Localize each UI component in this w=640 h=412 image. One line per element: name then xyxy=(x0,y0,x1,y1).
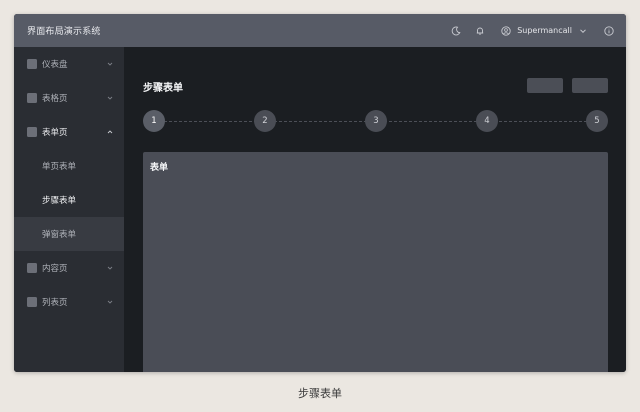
bell-icon[interactable] xyxy=(473,24,487,38)
user-menu[interactable]: Supermancall xyxy=(499,24,590,38)
sidebar-item-label: 列表页 xyxy=(42,298,68,308)
app-title: 界面布局演示系统 xyxy=(27,27,101,37)
header-button-primary[interactable] xyxy=(527,78,563,93)
chevron-down-icon xyxy=(107,62,113,66)
content-icon xyxy=(27,263,37,273)
sidebar-item-label: 仪表盘 xyxy=(42,60,68,70)
chevron-up-icon xyxy=(107,130,113,134)
sidebar-item-label: 表单页 xyxy=(42,128,68,138)
sidebar-item-label: 内容页 xyxy=(42,264,68,274)
sidebar-item-table[interactable]: 表格页 xyxy=(14,81,124,115)
step-4[interactable]: 4 xyxy=(476,110,498,132)
sidebar: 仪表盘 表格页 表单页 单页表单 步骤表单 弹窗表单 内容页 列表页 xyxy=(14,47,124,372)
table-icon xyxy=(27,93,37,103)
step-5[interactable]: 5 xyxy=(586,110,608,132)
step-indicator: 1 2 3 4 5 xyxy=(143,110,608,132)
sidebar-subitem-label: 弹窗表单 xyxy=(42,230,77,240)
info-icon[interactable] xyxy=(602,24,616,38)
sidebar-subitem-label: 步骤表单 xyxy=(42,196,77,206)
page-title: 步骤表单 xyxy=(143,83,183,94)
chevron-down-icon xyxy=(107,300,113,304)
chevron-down-icon xyxy=(107,266,113,270)
list-icon xyxy=(27,297,37,307)
step-2[interactable]: 2 xyxy=(254,110,276,132)
sidebar-subitem-single-form[interactable]: 单页表单 xyxy=(14,149,124,183)
figure-caption: 步骤表单 xyxy=(298,387,342,400)
card-title: 表单 xyxy=(150,163,169,173)
header-actions: Supermancall xyxy=(449,14,616,47)
form-card: 表单 xyxy=(143,152,608,372)
sidebar-subitem-modal-form[interactable]: 弹窗表单 xyxy=(14,217,124,251)
form-icon xyxy=(27,127,37,137)
header-button-secondary[interactable] xyxy=(572,78,608,93)
sidebar-subitem-step-form[interactable]: 步骤表单 xyxy=(14,183,124,217)
user-icon xyxy=(499,24,513,38)
form-submenu: 单页表单 步骤表单 弹窗表单 xyxy=(14,149,124,251)
chevron-down-icon xyxy=(107,96,113,100)
sidebar-item-form[interactable]: 表单页 xyxy=(14,115,124,149)
user-name: Supermancall xyxy=(517,26,572,35)
sidebar-item-label: 表格页 xyxy=(42,94,68,104)
dashboard-icon xyxy=(27,59,37,69)
step-3[interactable]: 3 xyxy=(365,110,387,132)
step-1[interactable]: 1 xyxy=(143,110,165,132)
sidebar-subitem-label: 单页表单 xyxy=(42,162,77,172)
app-window: 界面布局演示系统 Supermancall 仪表盘 表格页 表单页 单页表单 步… xyxy=(14,14,626,372)
sidebar-item-list[interactable]: 列表页 xyxy=(14,285,124,319)
chevron-down-icon xyxy=(576,24,590,38)
moon-icon[interactable] xyxy=(449,24,463,38)
top-bar: 界面布局演示系统 Supermancall xyxy=(14,14,626,47)
sidebar-item-dashboard[interactable]: 仪表盘 xyxy=(14,47,124,81)
sidebar-item-content[interactable]: 内容页 xyxy=(14,251,124,285)
main-content: 步骤表单 1 2 3 4 5 表单 xyxy=(124,47,626,372)
